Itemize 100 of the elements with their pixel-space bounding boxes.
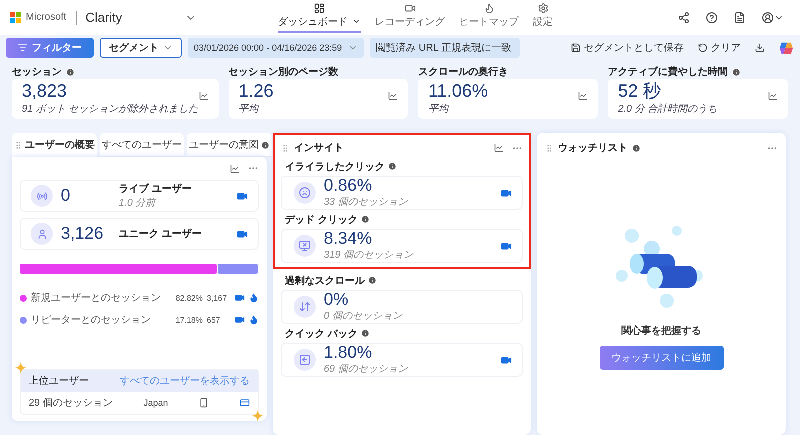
account-icon[interactable] [762, 12, 784, 24]
info-icon [368, 276, 377, 285]
card-icon[interactable] [240, 398, 250, 408]
video-icon[interactable] [237, 228, 248, 240]
panel-title: ウォッチリスト [558, 142, 628, 155]
stat-label: ライブ ユーザー [119, 182, 193, 196]
insight-note: 33 個のセッション [324, 196, 410, 210]
chart-icon[interactable] [578, 91, 588, 101]
insight-label: イライラしたクリック [285, 160, 385, 174]
info-icon [360, 329, 370, 338]
filter-icon [18, 43, 28, 53]
video-icon[interactable] [235, 293, 245, 303]
video-icon[interactable] [501, 354, 512, 366]
help-icon[interactable] [706, 12, 718, 24]
live-icon [36, 190, 48, 202]
kpi-label: アクティブに費やした時間 [608, 66, 728, 79]
chart-icon[interactable] [198, 91, 209, 101]
copilot-logo-icon[interactable] [779, 40, 794, 56]
chart-icon[interactable] [230, 164, 240, 174]
kpi-label: セッション別のページ数 [228, 66, 339, 79]
add-to-watchlist-button[interactable]: ウォッチリストに追加 [600, 346, 724, 370]
brand-name: Microsoft [26, 12, 67, 23]
filter-button[interactable]: フィルター [6, 38, 94, 58]
document-icon[interactable] [734, 12, 746, 24]
kpi-note: 2.0 分 合計時間のうち [618, 102, 718, 116]
monitor-icon [299, 240, 311, 252]
nav-tab[interactable]: 設定 [533, 2, 553, 32]
info-icon [632, 144, 641, 152]
insight-value: 0.86% [324, 176, 374, 196]
legend-percent: 17.18% [176, 316, 203, 324]
panel-tab[interactable]: すべてのユーザー [100, 133, 184, 157]
microsoft-logo-icon [10, 12, 21, 23]
kpi-note: 平均 [428, 102, 450, 116]
insight-note: 0 個のセッション [324, 310, 404, 324]
nav-tab[interactable]: ヒートマップ [459, 2, 519, 32]
info-icon [388, 162, 397, 171]
top-user-country: Japan [144, 398, 168, 408]
download-icon[interactable] [755, 43, 765, 53]
smartphone-icon [199, 398, 210, 408]
insight-label: 過剰なスクロール [285, 274, 365, 288]
user-icon [36, 228, 48, 240]
frown-icon [299, 187, 311, 199]
panel-title: インサイト [294, 142, 344, 155]
stat-value: 0 [61, 186, 72, 206]
video-icon[interactable] [235, 315, 245, 325]
kpi-note: 平均 [238, 102, 260, 116]
insight-value: 1.80% [324, 344, 374, 362]
kpi-label: セッション [12, 66, 62, 79]
kpi-value: 3,823 [22, 82, 68, 102]
chart-icon[interactable] [494, 143, 504, 153]
kpi-label: スクロールの奥行き [418, 66, 508, 79]
scroll-icon [299, 301, 311, 313]
chart-icon[interactable] [388, 91, 398, 101]
date-range-dropdown[interactable]: 03/01/2026 00:00 - 04/16/2026 23:59 [188, 38, 364, 58]
url-filter-chip[interactable]: 閲覧済み URL 正規表現に一致 [370, 38, 520, 58]
info-icon [360, 215, 370, 224]
legend-percent: 82.82% [176, 294, 203, 302]
top-users-title: 上位ユーザー [29, 374, 89, 388]
legend-count: 657 [207, 316, 222, 324]
drag-handle-icon[interactable] [545, 144, 554, 152]
video-icon[interactable] [501, 188, 512, 198]
legend-count: 3,167 [207, 294, 228, 302]
save-segment-button[interactable]: セグメントとして保存 [571, 41, 684, 55]
watchlist-message: 関心事を把握する [622, 324, 702, 338]
kpi-note: 91 ボット セッションが除外されました [22, 102, 199, 116]
kpi-value: 1.26 [238, 82, 274, 102]
chart-icon[interactable] [768, 91, 778, 101]
back-icon [299, 354, 311, 366]
drag-handle-icon[interactable] [14, 140, 23, 150]
dashboard-icon [314, 2, 325, 14]
flame-icon[interactable] [249, 293, 259, 303]
insight-label: デッド クリック [285, 214, 358, 226]
settings-icon [538, 2, 548, 14]
insight-label: クイック バック [285, 328, 358, 340]
nav-tab[interactable]: レコーディング [375, 2, 445, 32]
sparkle-icon [252, 410, 264, 422]
drag-handle-icon[interactable] [281, 144, 290, 152]
video-icon [404, 2, 416, 14]
insight-value: 8.34% [324, 230, 374, 248]
nav-tab[interactable]: ダッシュボード [278, 2, 361, 32]
flame-icon[interactable] [249, 315, 259, 325]
legend-label: 新規ユーザーとのセッション [31, 292, 162, 305]
video-icon[interactable] [237, 190, 248, 202]
stat-value: 3,126 [61, 224, 105, 244]
kpi-value: 11.06% [428, 82, 488, 102]
video-icon[interactable] [501, 240, 512, 252]
insight-value: 0% [324, 290, 350, 310]
segment-dropdown[interactable]: セグメント [100, 38, 182, 58]
undo-icon [698, 43, 708, 53]
chevron-down-icon [352, 17, 361, 26]
sparkle-icon [15, 362, 27, 374]
panel-tab[interactable]: ユーザーの意図 [187, 133, 272, 157]
share-icon[interactable] [678, 12, 690, 24]
clear-button[interactable]: クリア [698, 41, 741, 55]
insight-note: 69 個のセッション [324, 363, 410, 376]
stat-label: ユニーク ユーザー [119, 228, 203, 241]
panel-tab[interactable]: ユーザーの概要 [12, 133, 97, 157]
legend-label: リピーターとのセッション [31, 314, 152, 327]
kpi-value: 52 秒 [618, 82, 662, 102]
stat-note: 1.0 分前 [119, 197, 158, 210]
